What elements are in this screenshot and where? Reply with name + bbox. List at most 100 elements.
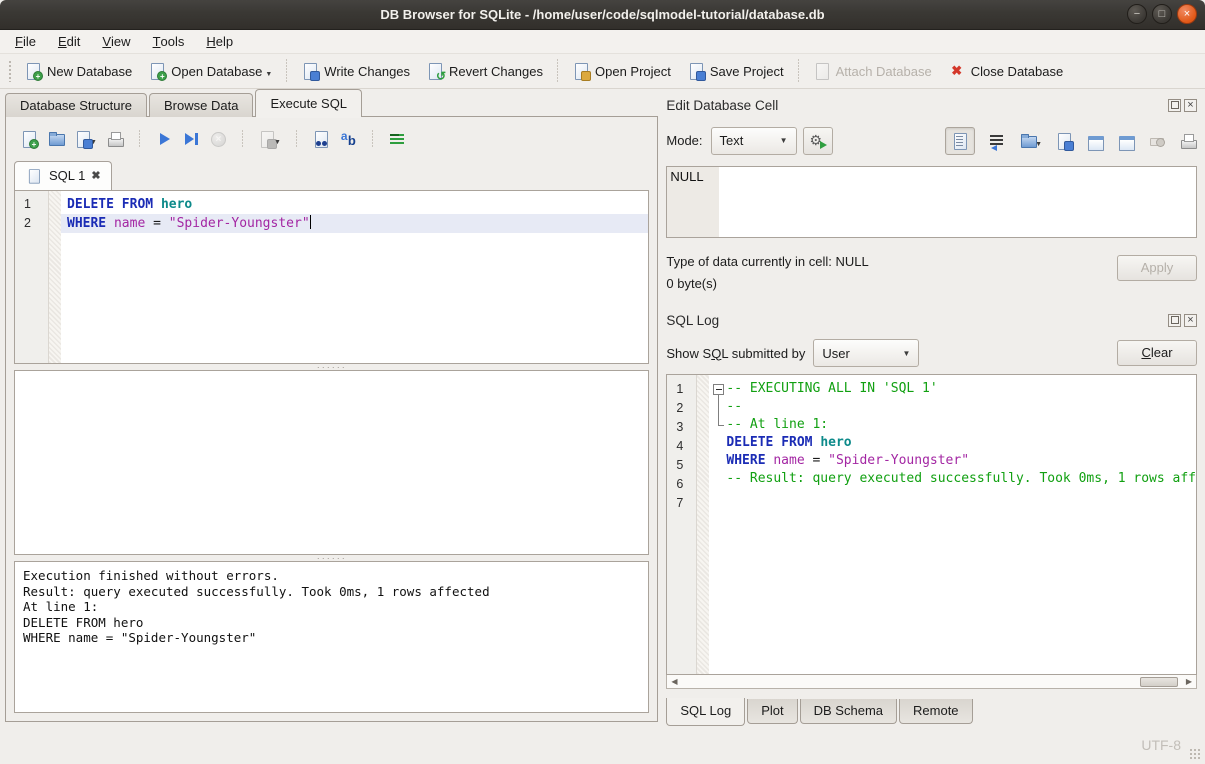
dock-tab-sql-log[interactable]: SQL Log [666,698,745,726]
mode-select[interactable]: Text ▼ [711,127,797,155]
mode-select-value: Text [720,133,744,148]
cell-type-text: Type of data currently in cell: NULL [666,251,1117,273]
editor-fold-margin [49,191,61,363]
attach-database-button[interactable]: Attach Database [805,57,940,85]
window-title: DB Browser for SQLite - /home/user/code/… [0,7,1205,22]
import-data-icon [1019,132,1037,150]
format-sql-icon[interactable] [388,130,406,148]
open-sql-file-icon[interactable] [47,130,65,148]
word-wrap-icon[interactable] [988,132,1006,150]
maximize-button[interactable]: □ [1152,4,1172,24]
toolbar-grip[interactable] [8,60,12,82]
toolbar-button-label: Save Project [710,64,784,79]
code-token [773,435,781,450]
log-horizontal-scrollbar[interactable]: ◀ ▶ [666,675,1197,689]
execute-line-icon[interactable] [182,130,200,148]
submitted-by-value: User [822,346,849,361]
stop-icon[interactable] [209,130,227,148]
revert-changes-button[interactable]: Revert Changes [418,57,551,85]
float-dock-icon[interactable] [1168,314,1181,327]
message-line: Execution finished without errors. [23,568,640,584]
cell-editor-area[interactable] [719,167,1196,238]
message-line: WHERE name = "Spider-Youngster" [23,630,640,646]
open-database-button[interactable]: +Open Database▼ [140,57,280,85]
import-data-icon[interactable]: ▼ [1019,132,1042,150]
print-cell-icon [1179,132,1197,150]
text-mode-icon[interactable] [945,127,975,155]
toolbar-button-label: Open Database [171,64,262,79]
dock-tab-db-schema[interactable]: DB Schema [800,699,897,724]
dock-tab-plot[interactable]: Plot [747,699,797,724]
code-token: FROM [781,435,812,450]
results-pane[interactable] [14,370,649,555]
execute-all-icon[interactable] [155,130,173,148]
menu-edit[interactable]: Edit [47,30,91,53]
set-null-button[interactable] [803,127,833,155]
close-dock-icon[interactable] [1184,99,1197,112]
write-changes-button[interactable]: Write Changes [293,57,418,85]
clear-button[interactable]: Clear [1117,340,1197,366]
close-dock-icon[interactable] [1184,314,1197,327]
menu-file[interactable]: File [4,30,47,53]
log-code-area: -- EXECUTING ALL IN 'SQL 1'---- At line … [709,375,1196,674]
toolbar-button-label: Attach Database [836,64,932,79]
close-database-button[interactable]: Close Database [940,57,1072,85]
scrollbar-thumb[interactable] [1140,677,1178,687]
execution-message-pane[interactable]: Execution finished without errors.Result… [14,561,649,713]
menu-view[interactable]: View [91,30,141,53]
save-results-icon[interactable]: ▼ [258,130,281,148]
tab-browse-data[interactable]: Browse Data [149,93,253,117]
menubar: FileEditViewToolsHelp [0,30,1205,54]
export-data-icon[interactable] [1055,132,1073,150]
code-line: WHERE name = "Spider-Youngster" [61,214,648,233]
close-button[interactable]: × [1177,4,1197,24]
close-sql-tab-icon[interactable]: ✖ [91,169,100,182]
editor-code-area[interactable]: DELETE FROM heroWHERE name = "Spider-You… [61,191,648,363]
scroll-left-icon[interactable]: ◀ [667,676,681,688]
toolbar-button-label: Open Project [595,64,671,79]
chevron-down-icon: ▼ [780,136,788,145]
tab-database-structure[interactable]: Database Structure [5,93,147,117]
encoding-indicator[interactable]: UTF-8 [1141,737,1181,753]
print-icon[interactable] [106,130,124,148]
find-icon[interactable] [312,130,330,148]
open-project-button[interactable]: Open Project [564,57,679,85]
word-wrap-icon [988,132,1006,150]
code-line: -- [709,398,1196,416]
menu-tools[interactable]: Tools [142,30,196,53]
copy-link-icon[interactable] [1117,132,1135,150]
float-dock-icon[interactable] [1168,99,1181,112]
fold-collapse-icon[interactable] [711,380,726,398]
line-number: 1 [667,380,696,399]
tab-execute-sql[interactable]: Execute SQL [255,89,362,117]
toolbar-separator [557,59,558,83]
close-database-icon [948,62,966,80]
sql-log-view[interactable]: 1234567 -- EXECUTING ALL IN 'SQL 1'---- … [666,374,1197,675]
scroll-right-icon[interactable]: ▶ [1182,676,1196,688]
sql-doc-tab[interactable]: SQL 1 ✖ [14,161,112,190]
code-token [106,216,114,231]
minimize-button[interactable]: − [1127,4,1147,24]
open-external-icon[interactable] [1086,132,1104,150]
apply-button[interactable]: Apply [1117,255,1197,281]
dock-tab-remote[interactable]: Remote [899,699,973,724]
resize-grip-icon[interactable] [1189,748,1201,760]
new-sql-tab-icon[interactable]: + [20,130,38,148]
line-number: 6 [667,475,696,494]
new-database-button[interactable]: +New Database [16,57,140,85]
sql-editor[interactable]: 12 DELETE FROM heroWHERE name = "Spider-… [14,190,649,364]
left-panel: Database StructureBrowse DataExecute SQL… [0,89,658,725]
titlebar[interactable]: DB Browser for SQLite - /home/user/code/… [0,0,1205,30]
statusbar: UTF-8 [0,728,1205,764]
submitted-by-select[interactable]: User ▼ [813,339,919,367]
cell-editor[interactable]: NULL [666,166,1197,239]
replace-icon[interactable] [339,130,357,148]
menu-help[interactable]: Help [195,30,244,53]
remove-icon[interactable] [1148,132,1166,150]
print-cell-icon[interactable] [1179,132,1197,150]
sql-doc-tab-label: SQL 1 [49,168,85,183]
dropdown-caret-icon[interactable]: ▼ [265,71,272,80]
save-project-button[interactable]: Save Project [679,57,792,85]
code-line: -- Result: query executed successfully. … [709,470,1196,488]
save-sql-file-icon[interactable]: ▼ [74,130,97,148]
